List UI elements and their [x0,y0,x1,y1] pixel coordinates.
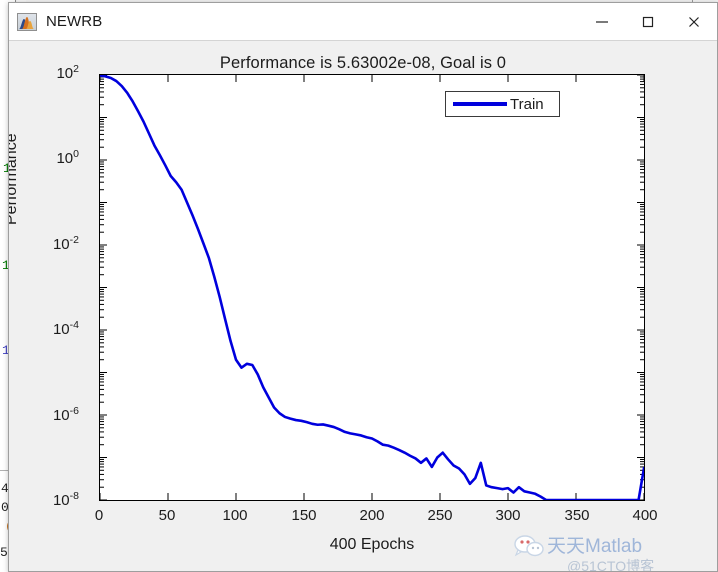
xtick-label: 200 [359,507,385,524]
chart-title: Performance is 5.63002e-08, Goal is 0 [219,54,507,72]
window-controls [579,3,717,41]
figure-window: NEWRB Performance is 5.63002e-08, Goal i… [8,2,718,572]
y-axis-label: Performance [8,133,20,225]
xtick-label: 250 [427,507,453,524]
xtick-label: 150 [291,507,317,524]
xtick-label: 0 [94,507,104,524]
legend-swatch-train [453,102,507,106]
xtick-label: 400 [632,507,658,524]
xtick-label: 350 [564,507,590,524]
figure-canvas: Performance is 5.63002e-08, Goal is 0 10… [8,41,717,572]
train-curve [100,75,644,500]
ytick-label: 10-4 [52,319,79,338]
ytick-label: 10-8 [52,490,79,509]
ytick-label: 102 [56,63,79,82]
matlab-membrane-icon [17,12,37,31]
window-title: NEWRB [46,13,103,30]
axis-ticks [100,75,644,500]
ytick-label: 100 [56,148,79,167]
xtick-label: 50 [158,507,176,524]
maximize-button[interactable] [625,3,671,41]
title-bar[interactable]: NEWRB [9,3,717,41]
minimize-button[interactable] [579,3,625,41]
performance-curve-svg [100,75,644,500]
ytick-label: 10-6 [52,405,79,424]
plot-area [99,74,645,501]
xtick-label: 300 [495,507,521,524]
legend[interactable]: Train [445,91,560,117]
x-axis-label: 400 Epochs [329,536,415,553]
legend-label-train: Train [510,95,544,113]
ytick-label: 10-2 [52,234,79,253]
xtick-label: 100 [222,507,248,524]
watermark-sub-text: @51CTO博客 [567,558,655,572]
close-button[interactable] [671,3,717,41]
